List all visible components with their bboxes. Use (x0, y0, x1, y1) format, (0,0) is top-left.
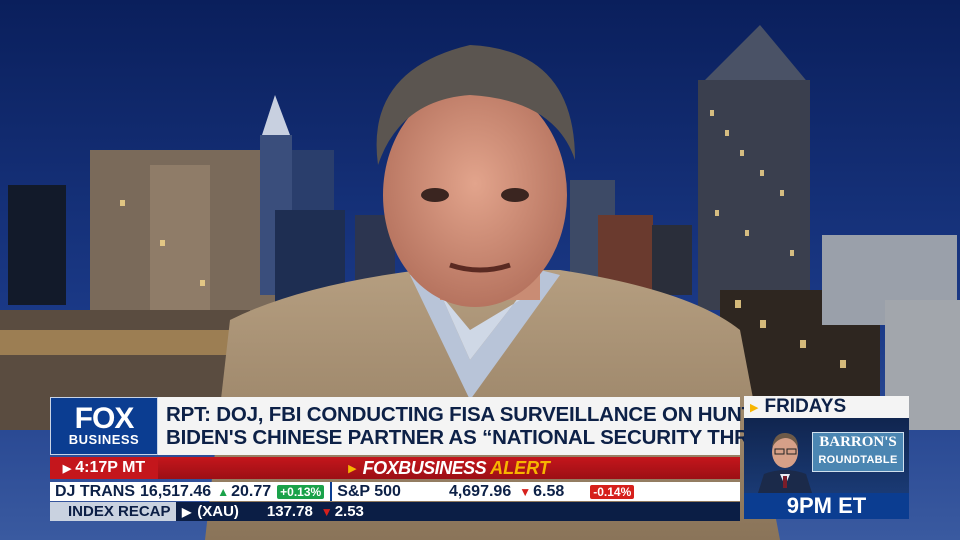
headline-line-1: RPT: DOJ, FBI CONDUCTING FISA SURVEILLAN… (166, 403, 783, 426)
roundtable-text: ROUNDTABLE (818, 454, 898, 466)
ticker-name: S&P 500 (337, 482, 401, 500)
time-text: 4:17P MT (75, 459, 146, 476)
alert-word: ALERT (490, 457, 550, 478)
host-portrait (758, 432, 812, 493)
barrons-brand: BARRON'S (819, 434, 897, 450)
ticker-change: 6.58 (533, 482, 565, 500)
ticker-value: 4,697.96 (448, 482, 512, 500)
promo-day-bar: ▶ FRIDAYS (744, 396, 909, 418)
play-arrow-icon: ▶ (750, 401, 759, 414)
stock-ticker: DJ TRANS 16,517.46 ▲ 20.77 +0.13% S&P 50… (50, 482, 740, 501)
promo-image: BARRON'S ROUNDTABLE (744, 418, 909, 493)
play-arrow-icon: ▶ (348, 462, 357, 475)
fox-business-logo: FOX BUSINESS (50, 397, 158, 455)
headline-line-2: BIDEN'S CHINESE PARTNER AS “NATIONAL SEC… (166, 426, 798, 449)
logo-business-text: BUSINESS (68, 432, 140, 447)
ticker-percent: -0.14% (590, 484, 635, 499)
barrons-roundtable-logo: BARRON'S ROUNDTABLE (812, 432, 904, 472)
lower-third: FOX BUSINESS RPT: DOJ, FBI CONDUCTING FI… (0, 0, 960, 540)
show-promo: ▶ FRIDAYS BARRON'S ROUNDTABLE 9PM ET (744, 396, 909, 520)
play-arrow-icon: ▶ (62, 463, 72, 475)
promo-time: 9PM ET (744, 493, 909, 519)
ticker-value: 16,517.46 (140, 482, 212, 500)
ticker-divider (330, 482, 333, 501)
headline-box: RPT: DOJ, FBI CONDUCTING FISA SURVEILLAN… (158, 397, 798, 455)
alert-brand: FOXBUSINESS (362, 457, 487, 478)
up-arrow-icon: ▲ (217, 484, 230, 499)
logo-fox-text: FOX (74, 402, 135, 435)
promo-day: FRIDAYS (764, 396, 847, 417)
down-arrow-icon: ▼ (519, 484, 532, 499)
recap-symbol: (XAU) (197, 503, 239, 520)
down-arrow-icon: ▼ (320, 504, 333, 519)
ticker-change: 20.77 (231, 482, 272, 500)
ticker-percent: +0.13% (277, 484, 325, 499)
index-recap-bar: INDEX RECAP ▶ (XAU) 137.78 ▼ 2.53 (50, 502, 740, 521)
index-recap-label: INDEX RECAP (50, 502, 176, 521)
time-stamp: ▶ 4:17P MT (50, 457, 158, 479)
recap-value: 137.78 (266, 503, 313, 520)
play-arrow-icon: ▶ (182, 504, 192, 519)
ticker-name: DJ TRANS (55, 482, 136, 500)
business-alert-bar: ▶ FOXBUSINESS ALERT (158, 457, 740, 479)
recap-change: 2.53 (334, 503, 364, 520)
